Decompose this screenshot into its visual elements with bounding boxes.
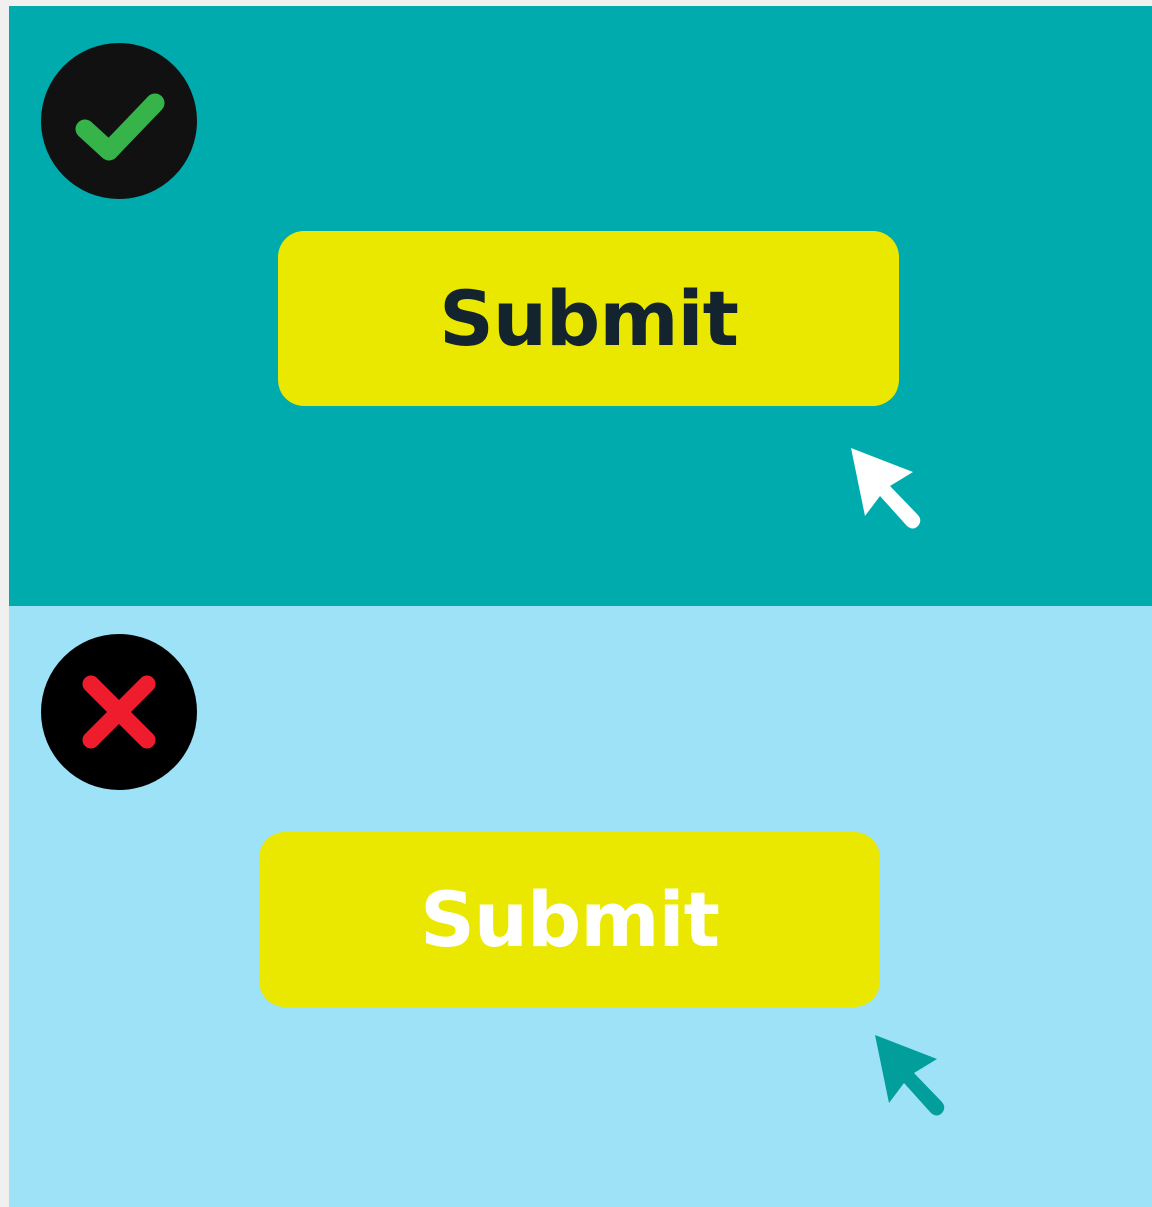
good-example-panel: Submit [9,6,1152,606]
incorrect-badge [41,634,197,790]
submit-button-bad[interactable]: Submit [259,832,880,1007]
arrow-cursor-icon [875,1035,945,1116]
submit-button-good[interactable]: Submit [278,231,899,406]
mouse-pointer [865,1031,955,1121]
bad-example-panel: Submit [9,606,1152,1207]
check-icon [41,43,197,199]
mouse-pointer [841,444,931,534]
correct-badge [41,43,197,199]
arrow-cursor-icon [851,448,921,529]
cross-icon [41,634,197,790]
contrast-comparison: Submit Submit [9,6,1152,1207]
